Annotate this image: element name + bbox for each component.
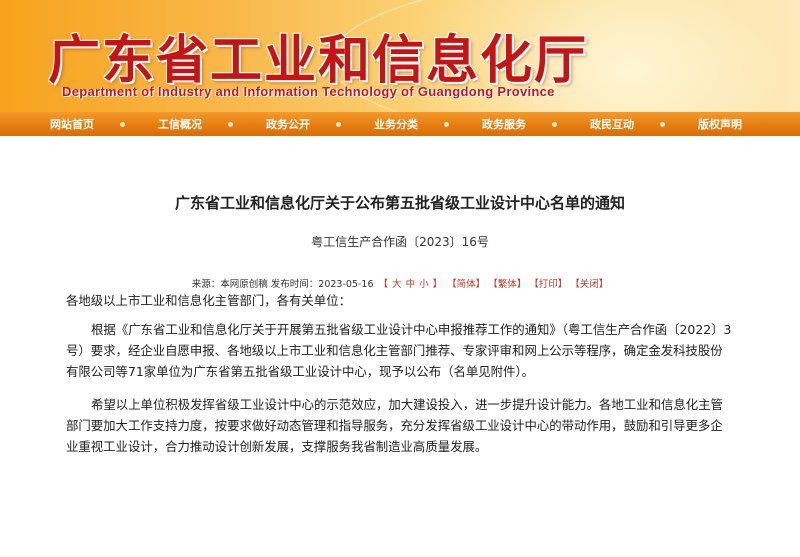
site-subtitle: Department of Industry and Information T… — [62, 84, 555, 99]
nav-item-business[interactable]: 业务分类 — [374, 116, 449, 132]
source-value: 本网原创稿 — [220, 279, 268, 290]
simplified-chinese-link[interactable]: 【简体】 — [447, 279, 485, 290]
publish-date: 2023-05-16 — [318, 279, 374, 290]
date-label: 发布时间： — [270, 279, 319, 290]
nav-item-home[interactable]: 网站首页 — [50, 116, 125, 132]
paragraph: 希望以上单位积极发挥省级工业设计中心的示范效应，加大建设投入，进一步提升设计能力… — [66, 397, 723, 454]
salutation: 各地级以上市工业和信息化主管部门，各有关单位： — [66, 293, 351, 308]
nav-item-label: 政民互动 — [590, 118, 634, 131]
traditional-chinese-link[interactable]: 【繁体】 — [488, 279, 526, 290]
article-content: 广东省工业和信息化厅关于公布第五批省级工业设计中心名单的通知 粤工信生产合作函〔… — [0, 192, 800, 457]
nav-item-gov-affairs[interactable]: 政务公开 — [266, 116, 341, 132]
nav-item-label: 工信概况 — [158, 118, 202, 131]
font-size-switcher: 【大中小】 — [377, 279, 445, 290]
nav-item-overview[interactable]: 工信概况 — [158, 116, 233, 132]
nav-item-label: 网站首页 — [50, 118, 94, 131]
document-number: 粤工信生产合作函〔2023〕16号 — [311, 235, 489, 249]
font-size-small-button[interactable]: 小 — [419, 279, 429, 290]
source-label: 来源： — [191, 279, 221, 290]
nav-separator — [228, 121, 233, 127]
bracket-open: 【 — [378, 279, 389, 290]
nav-item-label: 政务服务 — [482, 118, 526, 131]
nav-item-label: 版权声明 — [698, 118, 742, 131]
nav-item-services[interactable]: 政务服务 — [482, 116, 557, 132]
nav-separator — [552, 121, 557, 127]
nav-item-label: 政务公开 — [266, 118, 310, 131]
nav-item-label: 业务分类 — [374, 118, 418, 131]
nav-separator — [336, 121, 341, 127]
article-body: 各地级以上市工业和信息化主管部门，各有关单位： 根据《广东省工业和信息化厅关于开… — [66, 290, 734, 457]
font-size-medium-button[interactable]: 中 — [406, 279, 416, 290]
main-nav: 网站首页 工信概况 政务公开 业务分类 政务服务 政民互动 版权声明 — [0, 112, 800, 136]
nav-item-interaction[interactable]: 政民互动 — [590, 116, 665, 132]
font-size-large-button[interactable]: 大 — [392, 279, 402, 290]
site-title: 广东省工业和信息化厅 — [48, 31, 589, 91]
paragraph: 根据《广东省工业和信息化厅关于开展第五批省级工业设计中心申报推荐工作的通知》（粤… — [66, 322, 732, 379]
close-link[interactable]: 【关闭】 — [570, 279, 608, 290]
nav-separator — [120, 121, 125, 127]
bracket-close: 】 — [432, 279, 443, 290]
site-banner: 广东省工业和信息化厅 Department of Industry and In… — [0, 0, 800, 112]
print-link[interactable]: 【打印】 — [529, 279, 567, 290]
nav-item-copyright[interactable]: 版权声明 — [698, 116, 742, 132]
article-title: 广东省工业和信息化厅关于公布第五批省级工业设计中心名单的通知 — [174, 194, 625, 212]
nav-separator — [444, 121, 449, 127]
nav-separator — [660, 121, 665, 127]
article-meta: 来源：本网原创稿 发布时间：2023-05-16 【大中小】 【简体】 【繁体】… — [66, 276, 734, 290]
